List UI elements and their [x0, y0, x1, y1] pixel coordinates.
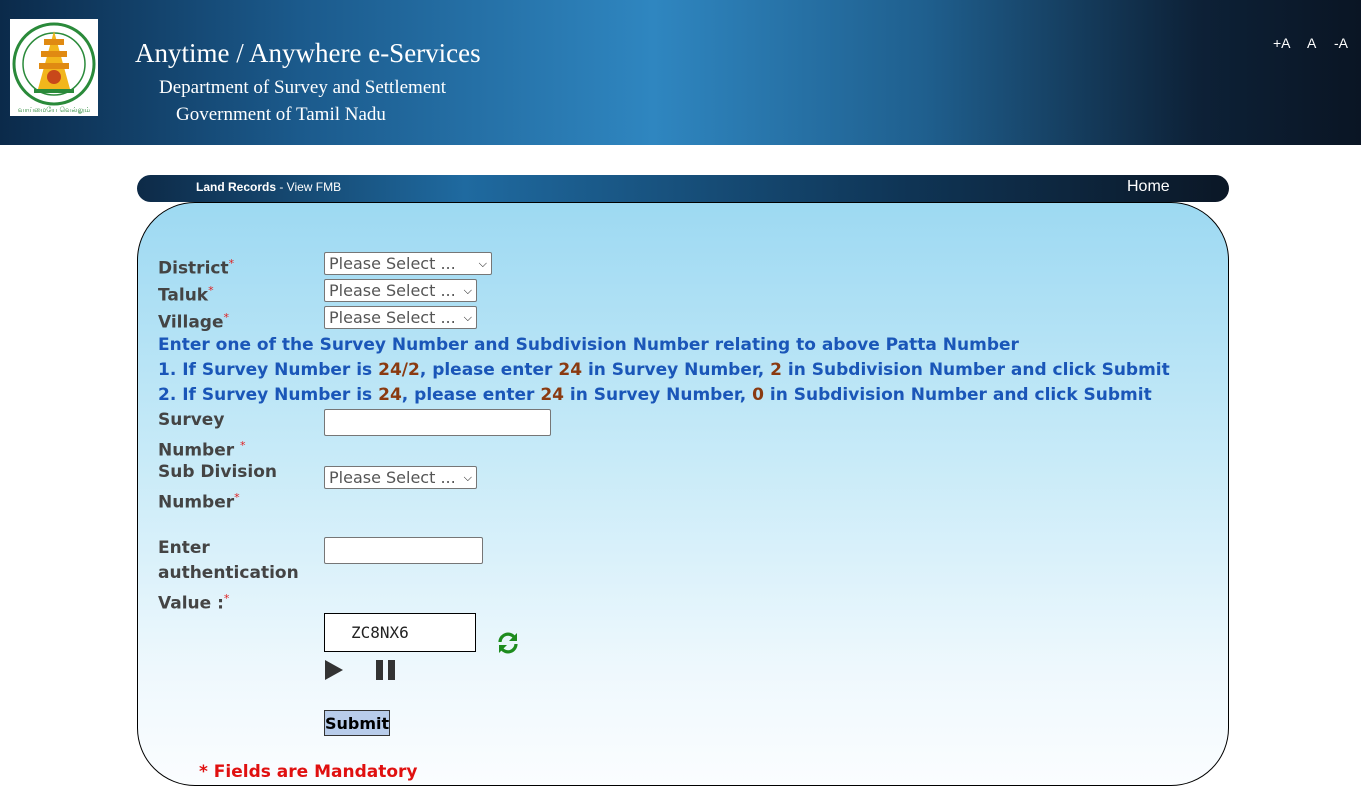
- taluk-select-value: Please Select ...: [329, 281, 456, 300]
- site-header: வாய்மையே வெல்லும் Anytime / Anywhere e-S…: [0, 0, 1361, 145]
- village-select-value: Please Select ...: [329, 308, 456, 327]
- chevron-down-icon: ⌵: [478, 257, 487, 270]
- instruction-heading: Enter one of the Survey Number and Subdi…: [158, 335, 1019, 355]
- survey-number-label: Survey Number *: [158, 408, 246, 464]
- district-label-text: District: [158, 258, 229, 279]
- instruction-text: 2. If Survey Number is: [158, 385, 379, 405]
- font-increase-button[interactable]: +A: [1273, 35, 1291, 51]
- taluk-select[interactable]: Please Select ... ⌵: [324, 279, 477, 302]
- instruction-text: in Subdivision Number and click Submit: [763, 385, 1152, 405]
- font-decrease-button[interactable]: -A: [1334, 35, 1348, 51]
- pause-audio-icon[interactable]: [375, 659, 397, 681]
- village-label: Village*: [158, 305, 229, 336]
- required-mark: *: [240, 439, 246, 452]
- nav-bar: Land Records - View FMB Home: [137, 175, 1229, 202]
- government-name: Government of Tamil Nadu: [176, 104, 386, 125]
- required-mark: *: [228, 257, 235, 270]
- village-select[interactable]: Please Select ... ⌵: [324, 306, 477, 329]
- form-panel: [137, 202, 1229, 786]
- instruction-value: 2: [770, 360, 782, 380]
- required-mark: *: [208, 284, 214, 297]
- home-link[interactable]: Home: [1127, 178, 1170, 196]
- captcha-image: ZC8NX6: [324, 613, 476, 652]
- instruction-text: in Survey Number,: [564, 385, 753, 405]
- required-mark: *: [223, 311, 230, 324]
- sub-division-select-value: Please Select ...: [329, 468, 456, 487]
- instruction-value: 24: [378, 385, 402, 405]
- survey-number-input[interactable]: [324, 409, 551, 436]
- chevron-down-icon: ⌵: [463, 284, 472, 297]
- auth-value-label: Enter authentication Value :*: [158, 536, 299, 617]
- svg-text:வாய்மையே வெல்லும்: வாய்மையே வெல்லும்: [18, 106, 91, 114]
- instruction-text: , please enter: [419, 360, 559, 380]
- instruction-value: 24: [558, 360, 583, 380]
- chevron-down-icon: ⌵: [463, 471, 472, 484]
- instruction-text: , please enter: [401, 385, 541, 405]
- taluk-label-text: Taluk: [158, 285, 209, 306]
- auth-label-line1: Enter: [158, 538, 210, 558]
- mandatory-fields-note: * Fields are Mandatory: [199, 762, 418, 782]
- survey-number-label-line1: Survey: [158, 410, 225, 430]
- survey-number-label-line2: Number: [158, 440, 241, 461]
- sub-division-select[interactable]: Please Select ... ⌵: [324, 466, 477, 489]
- instruction-line-1: 1. If Survey Number is 24/2, please ente…: [158, 360, 1170, 380]
- required-mark: *: [234, 491, 240, 504]
- sub-division-label-line1: Sub Division: [158, 462, 278, 482]
- site-title: Anytime / Anywhere e-Services: [135, 38, 481, 68]
- district-select-value: Please Select ...: [329, 254, 456, 273]
- instruction-value: 0: [752, 385, 764, 405]
- breadcrumb-page: - View FMB: [276, 180, 342, 194]
- village-label-text: Village: [158, 312, 224, 333]
- sub-division-label-line2: Number: [158, 492, 235, 513]
- breadcrumb-section: Land Records: [196, 180, 277, 194]
- instruction-text: in Subdivision Number and click Submit: [782, 360, 1170, 380]
- chevron-down-icon: ⌵: [463, 311, 472, 324]
- auth-label-line2: authentication: [158, 563, 299, 583]
- submit-button[interactable]: Submit: [324, 710, 390, 736]
- instruction-text: 1. If Survey Number is: [158, 360, 379, 380]
- instruction-value: 24/2: [378, 360, 420, 380]
- auth-label-line3: Value :: [158, 593, 224, 614]
- auth-value-input[interactable]: [324, 537, 483, 564]
- refresh-captcha-icon[interactable]: [496, 631, 520, 655]
- required-mark: *: [223, 592, 230, 605]
- breadcrumb: Land Records - View FMB: [196, 180, 341, 194]
- instruction-value: 24: [540, 385, 564, 405]
- sub-division-label: Sub Division Number*: [158, 460, 277, 516]
- instruction-text: in Survey Number,: [582, 360, 771, 380]
- department-name: Department of Survey and Settlement: [159, 77, 447, 98]
- district-select[interactable]: Please Select ... ⌵: [324, 252, 492, 275]
- play-audio-icon[interactable]: [324, 659, 344, 681]
- tamil-nadu-emblem-logo: வாய்மையே வெல்லும்: [10, 19, 98, 116]
- instruction-line-2: 2. If Survey Number is 24, please enter …: [158, 385, 1152, 405]
- font-reset-button[interactable]: A: [1307, 35, 1316, 51]
